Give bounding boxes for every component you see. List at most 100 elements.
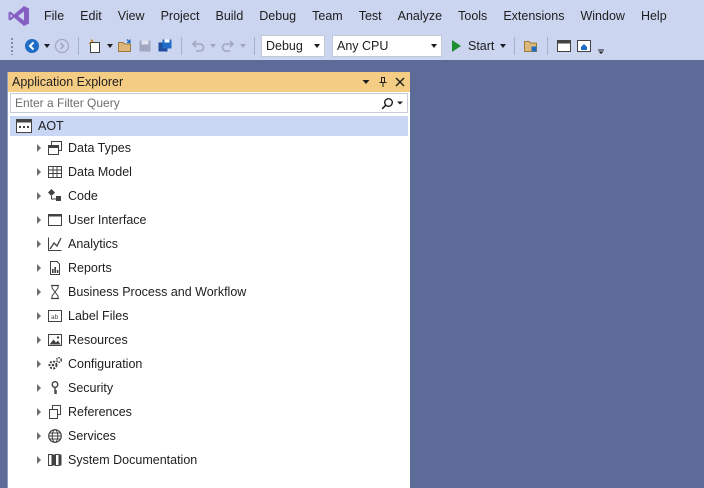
tree-root-label: AOT [38, 119, 64, 133]
undo-button[interactable] [188, 36, 208, 56]
tree-node-references[interactable]: References [8, 400, 410, 424]
solution-platform-select[interactable]: Any CPU [332, 35, 442, 57]
line-chart-icon [47, 236, 63, 252]
tree-node-label: Security [68, 381, 114, 395]
toolbar-separator [547, 37, 549, 55]
filter-box [10, 93, 408, 113]
open-file-button[interactable] [115, 36, 135, 56]
dynamics-home-button[interactable] [574, 36, 594, 56]
redo-button[interactable] [218, 36, 238, 56]
tree-node-business-process-and-workflow[interactable]: Business Process and Workflow [8, 280, 410, 304]
tree-node-label: User Interface [68, 213, 147, 227]
expand-arrow-icon[interactable] [37, 336, 41, 344]
filter-query-input[interactable] [15, 96, 355, 110]
menu-extensions[interactable]: Extensions [495, 0, 572, 32]
menu-build[interactable]: Build [207, 0, 251, 32]
menu-test[interactable]: Test [351, 0, 390, 32]
tree-node-configuration[interactable]: Configuration [8, 352, 410, 376]
tree-node-resources[interactable]: Resources [8, 328, 410, 352]
tree-node-label-files[interactable]: ab Label Files [8, 304, 410, 328]
expand-arrow-icon[interactable] [37, 312, 41, 320]
expand-arrow-icon[interactable] [37, 240, 41, 248]
redo-dropdown[interactable] [238, 36, 248, 56]
tree-node-label: Resources [68, 333, 128, 347]
expand-arrow-icon[interactable] [37, 144, 41, 152]
tree-node-services[interactable]: Services [8, 424, 410, 448]
new-project-icon [88, 39, 100, 53]
search-options-button[interactable] [381, 97, 403, 110]
label-file-icon: ab [47, 308, 63, 324]
panel-title: Application Explorer [12, 75, 124, 89]
menu-team[interactable]: Team [304, 0, 351, 32]
gears-icon [47, 356, 63, 372]
expand-arrow-icon[interactable] [37, 384, 41, 392]
expand-arrow-icon[interactable] [37, 408, 41, 416]
tree-node-user-interface[interactable]: User Interface [8, 208, 410, 232]
expand-arrow-icon[interactable] [37, 456, 41, 464]
toolbar-separator [254, 37, 255, 55]
tree-node-data-model[interactable]: Data Model [8, 160, 410, 184]
menu-analyze[interactable]: Analyze [390, 0, 450, 32]
tree-node-data-types[interactable]: Data Types [8, 136, 410, 160]
hourglass-icon [47, 284, 63, 300]
solution-configuration-select[interactable]: Debug [261, 35, 325, 57]
tree-node-label: References [68, 405, 132, 419]
expand-arrow-icon[interactable] [37, 216, 41, 224]
auto-hide-button[interactable] [377, 75, 389, 89]
menu-help[interactable]: Help [633, 0, 675, 32]
chevron-down-icon [397, 101, 403, 105]
save-all-button[interactable] [155, 36, 175, 56]
undo-dropdown[interactable] [208, 36, 218, 56]
tree-root-aot[interactable]: AOT [10, 116, 408, 136]
expand-arrow-icon[interactable] [37, 288, 41, 296]
expand-arrow-icon[interactable] [37, 264, 41, 272]
books-icon [47, 452, 63, 468]
visual-studio-logo-icon[interactable] [0, 0, 38, 32]
tree-node-label: Data Model [68, 165, 132, 179]
start-debugging-button[interactable]: Start [448, 35, 498, 57]
window-position-button[interactable] [360, 75, 372, 89]
menu-file[interactable]: File [38, 0, 72, 32]
close-panel-button[interactable] [394, 75, 406, 89]
tree-node-security[interactable]: Security [8, 376, 410, 400]
tree-node-label: Configuration [68, 357, 143, 371]
navigate-back-dropdown[interactable] [42, 36, 52, 56]
expand-arrow-icon[interactable] [37, 168, 41, 176]
toolbar-grip[interactable] [10, 37, 14, 55]
toolbar-separator [181, 37, 182, 55]
tree-node-label: Label Files [68, 309, 129, 323]
application-explorer-button[interactable] [554, 36, 574, 56]
toolbar-options-button[interactable] [594, 36, 608, 56]
tree-node-system-documentation[interactable]: System Documentation [8, 448, 410, 472]
navigate-forward-button[interactable] [52, 36, 72, 56]
tree-node-analytics[interactable]: Analytics [8, 232, 410, 256]
menu-edit[interactable]: Edit [72, 0, 110, 32]
menu-project[interactable]: Project [153, 0, 208, 32]
navigate-back-button[interactable] [22, 36, 42, 56]
tree-node-code[interactable]: Code [8, 184, 410, 208]
tree-node-reports[interactable]: Reports [8, 256, 410, 280]
close-icon [395, 77, 405, 87]
start-dropdown[interactable] [498, 36, 508, 56]
expand-arrow-icon[interactable] [37, 192, 41, 200]
new-project-button[interactable] [85, 36, 105, 56]
new-project-dropdown[interactable] [105, 36, 115, 56]
svg-text:ab: ab [51, 314, 59, 321]
expand-arrow-icon[interactable] [37, 432, 41, 440]
aot-tree: AOT Data Types Data Model Code User Inte… [8, 113, 410, 472]
toolbar-separator [78, 37, 79, 55]
tree-node-label: Business Process and Workflow [68, 285, 247, 299]
menu-bar: File Edit View Project Build Debug Team … [0, 0, 704, 32]
menu-window[interactable]: Window [572, 0, 632, 32]
save-button[interactable] [135, 36, 155, 56]
menu-view[interactable]: View [110, 0, 153, 32]
data-types-icon [47, 140, 63, 156]
solution-explorer-button[interactable] [521, 36, 541, 56]
menu-tools[interactable]: Tools [450, 0, 495, 32]
tree-node-label: Services [68, 429, 116, 443]
tree-node-label: Code [68, 189, 98, 203]
open-folder-icon [118, 39, 131, 52]
menu-debug[interactable]: Debug [251, 0, 304, 32]
panel-title-bar[interactable]: Application Explorer [8, 72, 410, 92]
expand-arrow-icon[interactable] [37, 360, 41, 368]
